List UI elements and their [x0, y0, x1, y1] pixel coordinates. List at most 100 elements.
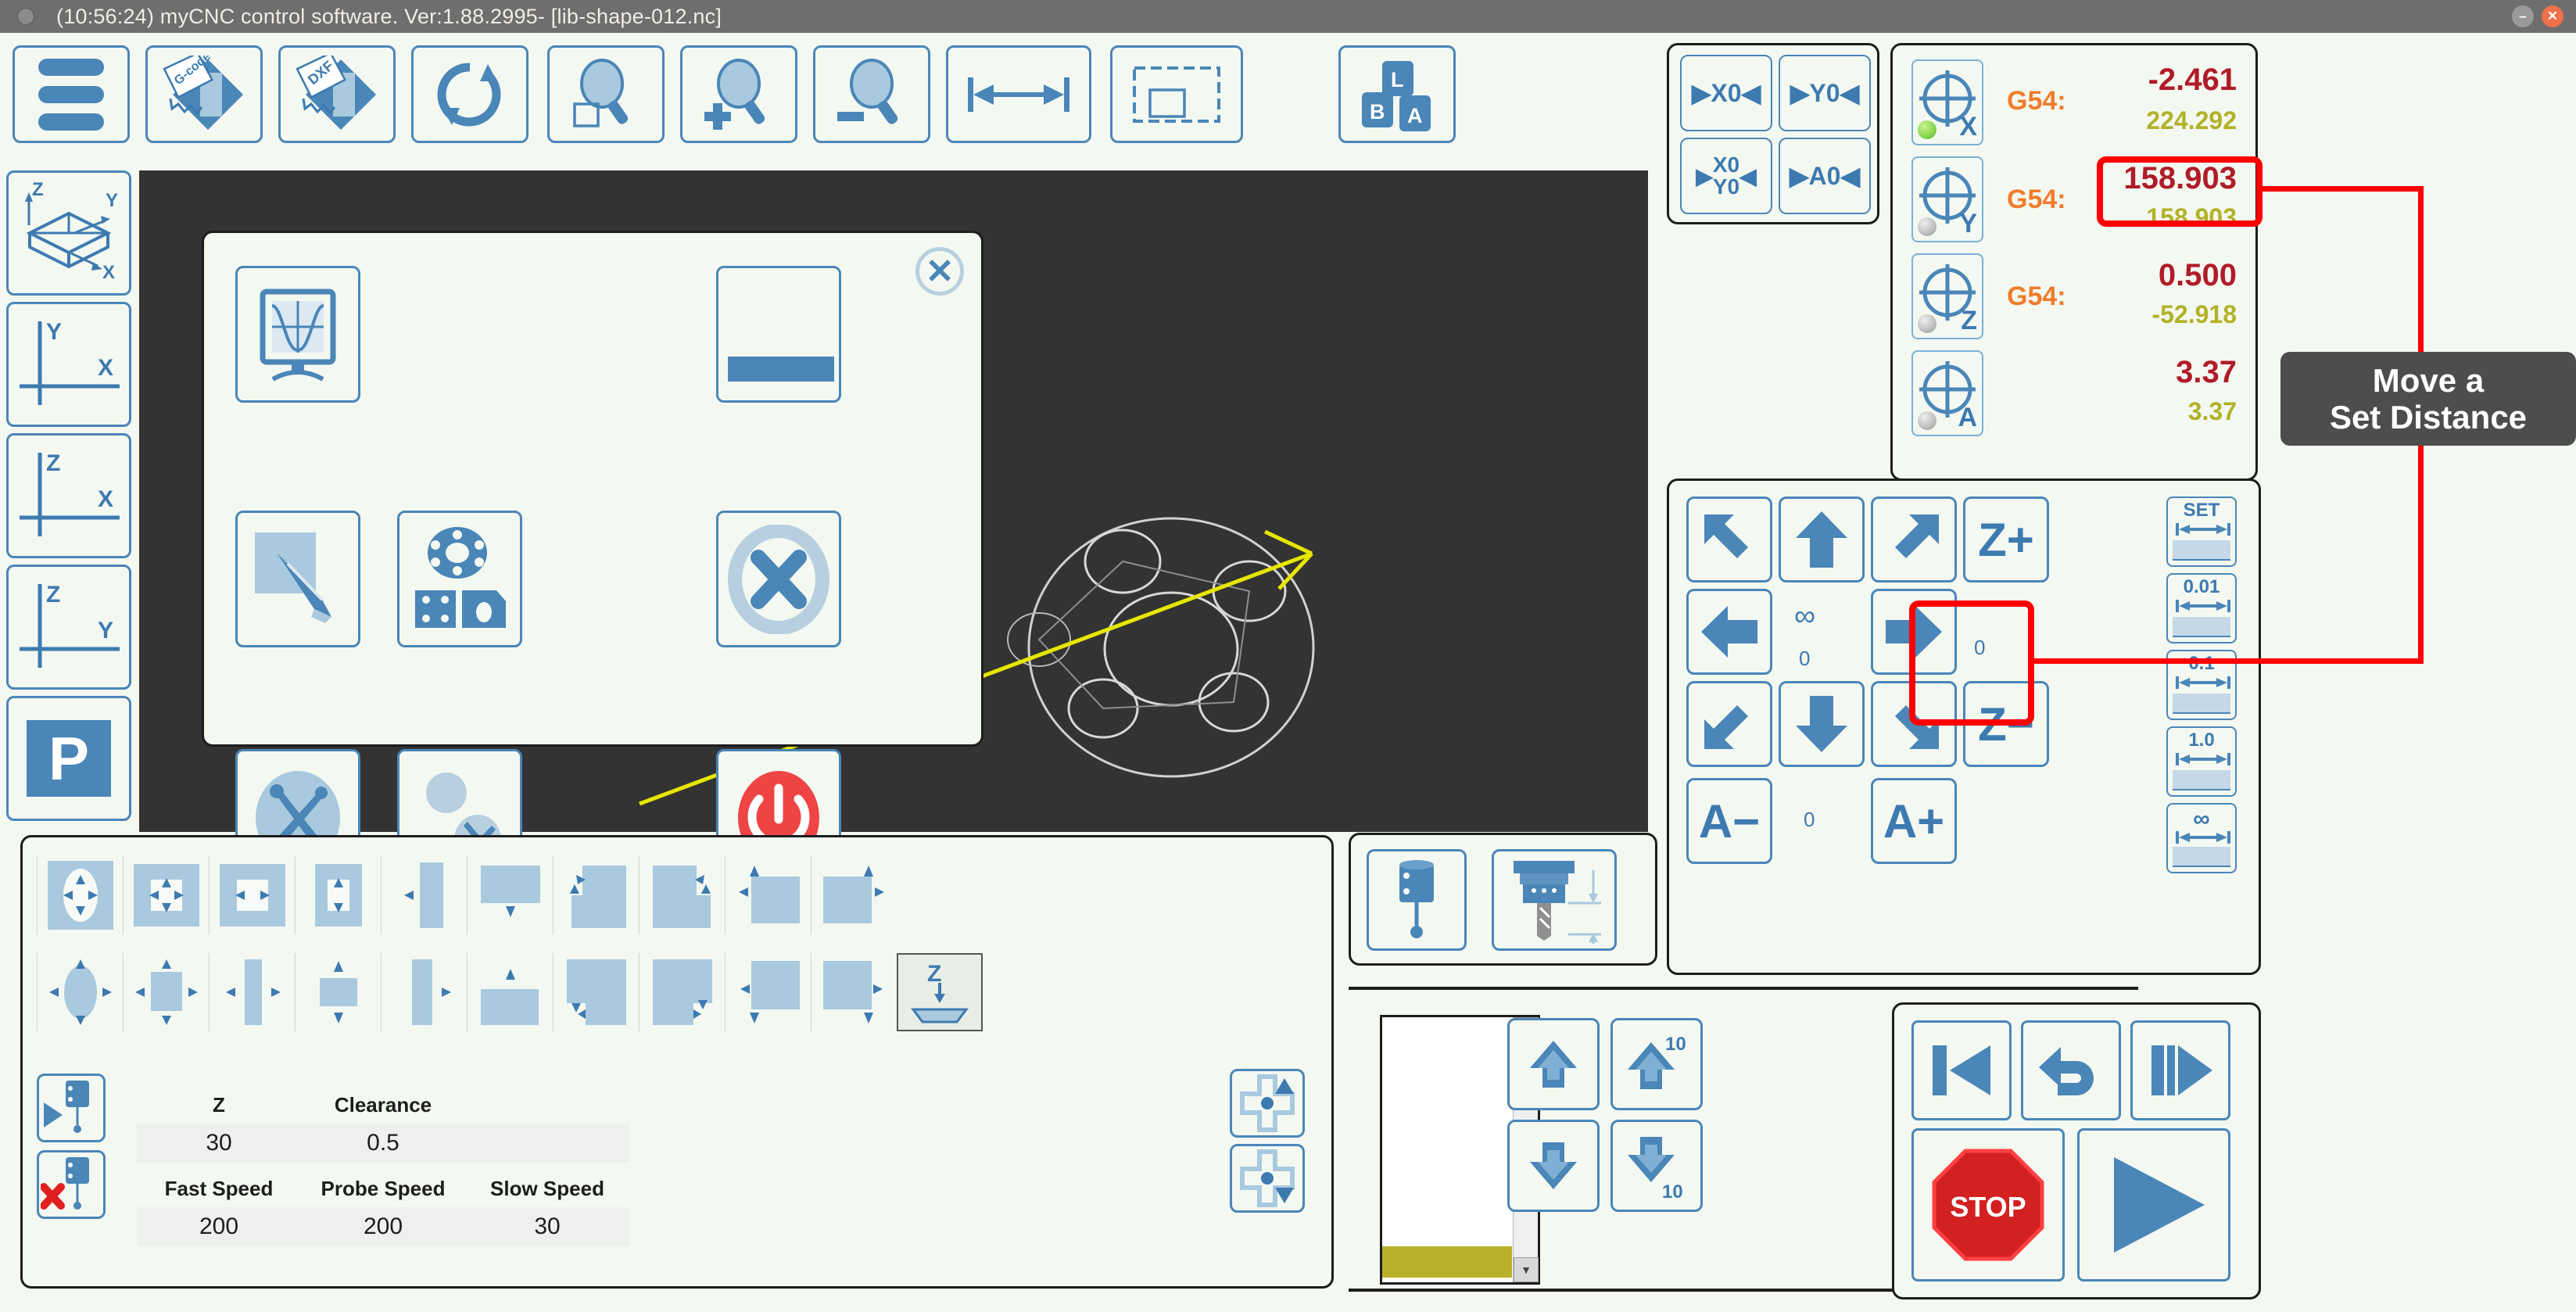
svg-text:Y: Y	[98, 618, 113, 643]
run-button[interactable]	[2077, 1128, 2230, 1282]
step-set-button[interactable]: SET	[2166, 496, 2237, 567]
probe-edge-inner-left[interactable]	[725, 856, 811, 934]
probe-height-y[interactable]	[295, 953, 381, 1031]
zoom-fit-button[interactable]	[547, 45, 665, 143]
probe-nudge-up[interactable]	[1230, 1069, 1305, 1138]
jog-up-left-button[interactable]	[1686, 496, 1772, 583]
jog-left-button[interactable]	[1686, 589, 1772, 675]
svg-text:Z: Z	[32, 179, 44, 200]
gcode-scroll-down[interactable]: ▼	[1514, 1257, 1539, 1282]
step-10-label: 1.0	[2188, 729, 2215, 751]
measure-distance-button[interactable]	[946, 45, 1091, 143]
jog-down-button[interactable]	[1779, 681, 1865, 767]
param-value-z[interactable]: 30	[137, 1124, 301, 1163]
shape-library-button[interactable]	[397, 511, 522, 647]
probe-edge-inner-right[interactable]	[811, 856, 897, 934]
svg-text:X: X	[98, 486, 113, 512]
view-xy[interactable]: Y X	[6, 302, 131, 427]
reload-button[interactable]	[411, 45, 528, 143]
minimize-window-button[interactable]	[716, 266, 841, 403]
keyboard-shortcuts-button[interactable]: L B A	[1338, 45, 1456, 143]
jog-up-right-button[interactable]	[1871, 496, 1957, 583]
stop-button[interactable]: STOP	[1911, 1128, 2065, 1282]
menu-button[interactable]	[13, 45, 130, 143]
step-forward-button[interactable]	[2130, 1020, 2230, 1120]
view-xz[interactable]: Z X	[6, 433, 131, 558]
select-region-button[interactable]	[1110, 45, 1243, 143]
dro-axis-z-machine: -52.918	[2151, 300, 2237, 328]
dro-axis-z-icon-box[interactable]: Z	[1911, 253, 1983, 339]
probe-corner-inner-tr[interactable]	[639, 856, 725, 934]
param-value-probe-speed[interactable]: 200	[301, 1207, 465, 1246]
dialog-close-button[interactable]: ✕	[915, 247, 964, 296]
zoom-in-button[interactable]	[680, 45, 797, 143]
jog-z-plus-button[interactable]: Z+	[1963, 496, 2049, 583]
param-value-clearance[interactable]: 0.5	[301, 1124, 465, 1163]
cancel-probe-button[interactable]	[37, 1150, 106, 1219]
edit-gcode-button[interactable]	[235, 511, 360, 647]
probe-corner-inner-tl[interactable]	[553, 856, 639, 934]
jog-a-plus-button[interactable]: A+	[1871, 778, 1957, 864]
dro-axis-a-icon-box[interactable]: A	[1911, 350, 1983, 436]
step-down-10-icon: 10	[1628, 1137, 1683, 1199]
rewind-button[interactable]	[1911, 1020, 2012, 1120]
probe-width-x[interactable]	[209, 953, 295, 1031]
tool-length-measure-button[interactable]	[1492, 849, 1617, 951]
gcode-step-up-10-button[interactable]: 10	[1610, 1018, 1703, 1110]
probe-edge-outer-right[interactable]	[811, 953, 897, 1031]
gcode-step-down-10-button[interactable]: 10	[1610, 1120, 1703, 1212]
zero-x-button[interactable]: ▶X0◀	[1680, 55, 1772, 131]
touch-probe-button[interactable]	[1367, 849, 1467, 951]
dro-axis-z-letter: Z	[1961, 306, 1977, 335]
close-program-button[interactable]	[716, 511, 841, 647]
probe-center-y[interactable]	[295, 856, 381, 934]
jog-up-button[interactable]	[1779, 496, 1865, 583]
zero-a-button[interactable]: ▶A0◀	[1779, 138, 1871, 214]
screen-settings-button[interactable]	[235, 266, 360, 403]
gcode-step-down-button[interactable]	[1507, 1120, 1600, 1212]
tool-measure-panel	[1349, 833, 1657, 966]
ruler-icon	[2173, 770, 2230, 790]
zero-x-label: ▶X0◀	[1691, 79, 1761, 107]
jog-a-minus-button[interactable]: A−	[1686, 778, 1772, 864]
open-gcode-button[interactable]: G-code	[145, 45, 263, 143]
gcode-step-up-button[interactable]	[1507, 1018, 1600, 1110]
view-3d-iso[interactable]: Z Y X	[6, 170, 131, 296]
probe-surface-bottom[interactable]	[467, 953, 553, 1031]
probe-center-x[interactable]	[209, 856, 295, 934]
close-button[interactable]: ✕	[2542, 5, 2563, 27]
dro-axis-x-icon-box[interactable]: X	[1911, 59, 1983, 145]
probe-outer-circle[interactable]	[37, 953, 123, 1031]
probe-nudge-down[interactable]	[1230, 1144, 1305, 1213]
step-10-button[interactable]: 1.0	[2166, 726, 2237, 797]
zoom-out-button[interactable]	[813, 45, 930, 143]
probe-surface-top[interactable]	[467, 856, 553, 934]
probe-center-circle[interactable]	[37, 856, 123, 934]
probe-edge-outer[interactable]	[381, 953, 467, 1031]
step-001-button[interactable]: 0.01	[2166, 573, 2237, 643]
step-back-button[interactable]	[2021, 1020, 2121, 1120]
view-zy[interactable]: Z Y	[6, 565, 131, 690]
dxf-file-icon: DXF	[296, 55, 376, 130]
dro-axis-y-icon-box[interactable]: Y	[1911, 156, 1983, 242]
probe-outer-rect[interactable]	[123, 953, 209, 1031]
jog-down-left-button[interactable]	[1686, 681, 1772, 767]
minimize-button[interactable]: –	[2512, 5, 2534, 27]
view-perspective[interactable]: P	[6, 696, 131, 821]
zero-y-button[interactable]: ▶Y0◀	[1779, 55, 1871, 131]
probe-corner-outer-br[interactable]	[639, 953, 725, 1031]
param-value-slow-speed[interactable]: 30	[465, 1207, 629, 1246]
run-probe-button[interactable]	[37, 1074, 106, 1142]
probe-center-rect-inner[interactable]	[123, 856, 209, 934]
x-circle-icon	[728, 524, 829, 634]
open-dxf-button[interactable]: DXF	[278, 45, 396, 143]
probe-z-surface[interactable]: Z	[897, 953, 983, 1031]
param-value-fast-speed[interactable]: 200	[137, 1207, 301, 1246]
probe-corner-outer-bl[interactable]	[553, 953, 639, 1031]
dro-axis-z-position: 0.500	[2158, 258, 2237, 292]
step-continuous-button[interactable]: ∞	[2166, 803, 2237, 873]
probe-edge-left[interactable]	[381, 856, 467, 934]
probe-edge-outer-left[interactable]	[725, 953, 811, 1031]
zero-xy-button[interactable]: ▶ X0 Y0 ◀	[1680, 138, 1772, 214]
zoom-fit-icon	[573, 59, 629, 127]
